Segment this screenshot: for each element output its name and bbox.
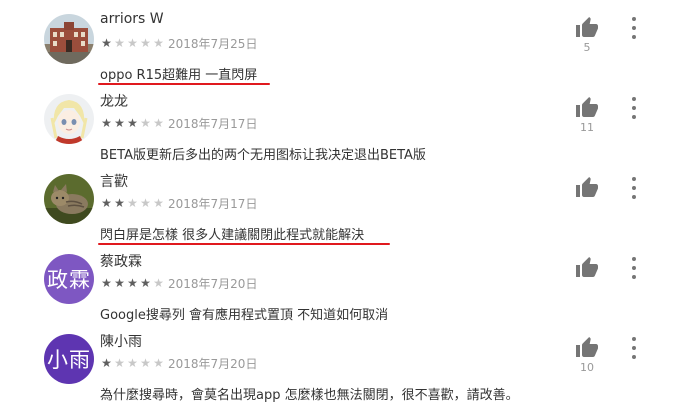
star-empty-icon: ★ — [153, 196, 164, 210]
review-date: 2018年7月20日 — [168, 356, 258, 371]
anime-character-icon — [44, 94, 94, 144]
star-empty-icon: ★ — [140, 36, 151, 50]
star-filled-icon: ★ — [114, 196, 125, 210]
thumbs-up-icon[interactable] — [575, 96, 599, 120]
star-filled-icon: ★ — [127, 276, 138, 290]
star-empty-icon: ★ — [153, 356, 164, 370]
star-filled-icon: ★ — [140, 276, 151, 290]
review-date: 2018年7月25日 — [168, 36, 258, 51]
review-text: 閃白屏是怎樣 很多人建議關閉此程式就能解決 — [100, 228, 365, 243]
review-item: 言歡 ★ ★ ★ ★ ★ 2018年7月17日 閃白屏是怎樣 很多人建議關閉此程式就能解決 — [0, 166, 694, 246]
reviewer-name: 言歡 — [100, 174, 128, 190]
review-text: oppo R15超難用 一直閃屏 — [100, 68, 258, 83]
star-empty-icon: ★ — [140, 356, 151, 370]
avatar-initials[interactable]: 政霖 — [44, 254, 94, 304]
review-date: 2018年7月20日 — [168, 276, 258, 291]
star-empty-icon: ★ — [127, 36, 138, 50]
star-rating: ★ ★ ★ ★ ★ — [100, 197, 165, 209]
star-empty-icon: ★ — [153, 36, 164, 50]
more-options-icon[interactable] — [628, 17, 640, 39]
star-empty-icon: ★ — [127, 196, 138, 210]
star-empty-icon: ★ — [153, 116, 164, 130]
star-filled-icon: ★ — [127, 116, 138, 130]
helpful-count: 5 — [583, 41, 591, 54]
thumbs-up-icon[interactable] — [575, 176, 599, 200]
reviewer-name: 蔡政霖 — [100, 254, 142, 270]
star-empty-icon: ★ — [153, 276, 164, 290]
more-options-icon[interactable] — [628, 177, 640, 199]
star-filled-icon: ★ — [114, 116, 125, 130]
avatar[interactable] — [44, 174, 94, 224]
building-photo-icon — [44, 14, 94, 64]
reviewer-name: 龙龙 — [100, 94, 128, 110]
star-filled-icon: ★ — [101, 356, 112, 370]
avatar-initials[interactable]: 小雨 — [44, 334, 94, 384]
review-item: arriors W ★ ★ ★ ★ ★ 2018年7月25日 oppo R15超難用 一直閃屏… — [0, 6, 694, 86]
rating-row: ★ ★ ★ ★ ★ 2018年7月25日 — [100, 35, 257, 51]
star-empty-icon: ★ — [140, 116, 151, 130]
star-empty-icon: ★ — [114, 36, 125, 50]
star-filled-icon: ★ — [101, 116, 112, 130]
more-options-icon[interactable] — [628, 97, 640, 119]
review-item: 政霖 蔡政霖 ★ ★ ★ ★ ★ 2018年7月20日 Google搜尋列 會有應用程式置頂 不… — [0, 246, 694, 326]
review-date: 2018年7月17日 — [168, 116, 258, 131]
star-rating: ★ ★ ★ ★ ★ — [100, 277, 165, 289]
review-item: 小雨 陳小雨 ★ ★ ★ ★ ★ 2018年7月20日 為什麼搜尋時，會莫名出現app 怎麼樣也… — [0, 326, 694, 406]
star-rating: ★ ★ ★ ★ ★ — [100, 37, 165, 49]
reviewer-name: arriors W — [100, 11, 164, 27]
rating-row: ★ ★ ★ ★ ★ 2018年7月17日 — [100, 115, 257, 131]
rating-row: ★ ★ ★ ★ ★ 2018年7月17日 — [100, 195, 257, 211]
star-filled-icon: ★ — [101, 36, 112, 50]
helpful-count: 10 — [580, 361, 594, 374]
star-empty-icon: ★ — [127, 356, 138, 370]
review-text: BETA版更新后多出的两个无用图标让我决定退出BETA版 — [100, 148, 426, 163]
thumbs-up-icon[interactable] — [575, 256, 599, 280]
avatar[interactable] — [44, 14, 94, 64]
review-text: 為什麼搜尋時，會莫名出現app 怎麼樣也無法關閉，很不喜歡，請改善。 — [100, 388, 519, 403]
star-filled-icon: ★ — [114, 276, 125, 290]
avatar[interactable] — [44, 94, 94, 144]
reviewer-name: 陳小雨 — [100, 334, 142, 350]
review-date: 2018年7月17日 — [168, 196, 258, 211]
thumbs-up-icon[interactable] — [575, 336, 599, 360]
highlight-underline — [98, 83, 270, 85]
star-rating: ★ ★ ★ ★ ★ — [100, 117, 165, 129]
rating-row: ★ ★ ★ ★ ★ 2018年7月20日 — [100, 355, 257, 371]
star-empty-icon: ★ — [140, 196, 151, 210]
review-item: 龙龙 ★ ★ ★ ★ ★ 2018年7月17日 BETA版更新后多出的两个无用图标让我决定退出… — [0, 86, 694, 166]
star-rating: ★ ★ ★ ★ ★ — [100, 357, 165, 369]
highlight-underline — [98, 243, 390, 245]
more-options-icon[interactable] — [628, 337, 640, 359]
cat-photo-icon — [44, 174, 94, 224]
thumbs-up-icon[interactable] — [575, 16, 599, 40]
review-text: Google搜尋列 會有應用程式置頂 不知道如何取消 — [100, 308, 389, 323]
star-filled-icon: ★ — [101, 276, 112, 290]
helpful-count: 11 — [580, 121, 594, 134]
rating-row: ★ ★ ★ ★ ★ 2018年7月20日 — [100, 275, 257, 291]
more-options-icon[interactable] — [628, 257, 640, 279]
star-empty-icon: ★ — [114, 356, 125, 370]
star-filled-icon: ★ — [101, 196, 112, 210]
